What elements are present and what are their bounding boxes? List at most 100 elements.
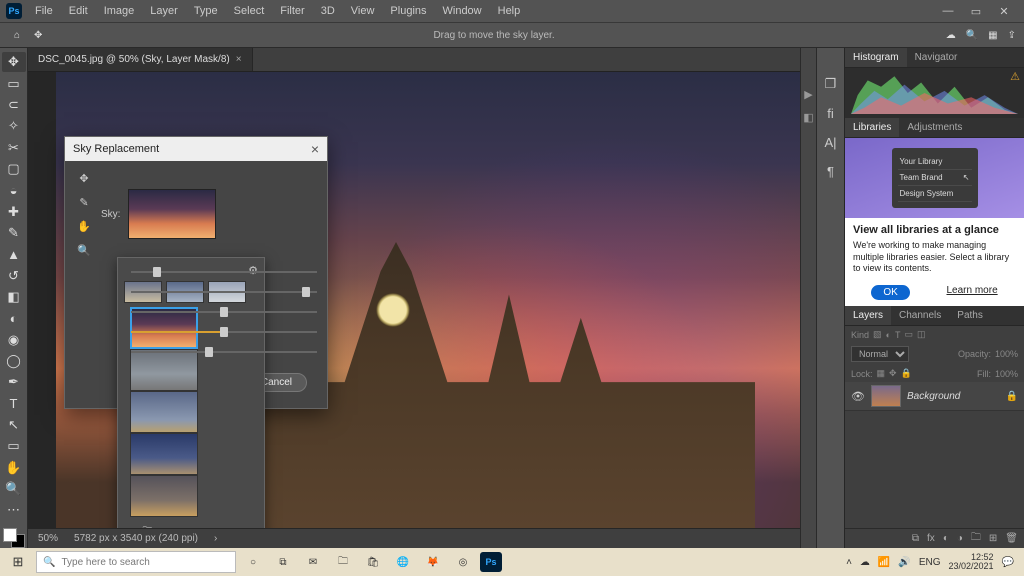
color-swatches[interactable] xyxy=(3,528,25,548)
dodge-tool[interactable]: ◯ xyxy=(2,351,26,371)
shape-tool[interactable]: ▭ xyxy=(2,436,26,456)
pen-tool[interactable]: ✒ xyxy=(2,372,26,392)
group-icon[interactable]: 🗀 xyxy=(971,530,981,547)
home-icon[interactable]: ⌂ xyxy=(8,26,26,44)
tray-chevron-icon[interactable]: ˄ xyxy=(846,557,852,568)
window-close-icon[interactable]: ✕ xyxy=(990,2,1018,20)
window-minimize-icon[interactable]: — xyxy=(934,2,962,20)
stamp-tool[interactable]: ▲ xyxy=(2,244,26,264)
menu-filter[interactable]: Filter xyxy=(273,2,311,20)
move-icon[interactable]: ✥ xyxy=(75,169,93,187)
zoom-icon[interactable]: 🔍 xyxy=(75,241,93,259)
menu-help[interactable]: Help xyxy=(491,2,528,20)
brush-icon[interactable]: ✎ xyxy=(75,193,93,211)
volume-icon[interactable]: 🔊 xyxy=(898,557,910,568)
lock-position-icon[interactable]: ✥ xyxy=(889,368,897,379)
document-tab[interactable]: DSC_0045.jpg @ 50% (Sky, Layer Mask/8) × xyxy=(28,48,253,71)
new-layer-icon[interactable]: ⊞ xyxy=(989,533,997,544)
share-icon[interactable]: ⇪ xyxy=(1008,30,1016,41)
menu-window[interactable]: Window xyxy=(436,2,489,20)
photoshop-taskbar-icon[interactable]: Ps xyxy=(480,552,502,572)
language-indicator[interactable]: ENG xyxy=(919,557,941,568)
slider-fade-edge[interactable] xyxy=(131,285,317,299)
slider-brightness[interactable] xyxy=(131,305,317,319)
menu-3d[interactable]: 3D xyxy=(314,2,342,20)
more-tools[interactable]: ⋯ xyxy=(2,500,26,520)
hand-tool[interactable]: ✋ xyxy=(2,458,26,478)
canvas[interactable]: Sky Replacement × ✥ ✎ ✋ 🔍 Sky: xyxy=(28,72,800,528)
mask-icon[interactable]: ◐ xyxy=(943,533,949,544)
fill-value[interactable]: 100% xyxy=(995,369,1018,379)
tab-layers[interactable]: Layers xyxy=(845,306,891,325)
taskbar-search[interactable]: 🔍 Type here to search xyxy=(36,551,236,573)
store-icon[interactable]: 🛍 xyxy=(360,550,386,574)
taskbar-clock[interactable]: 12:52 23/02/2021 xyxy=(949,553,994,572)
notifications-icon[interactable]: 💬 xyxy=(1002,557,1014,568)
move-tool[interactable]: ✥ xyxy=(2,52,26,72)
lasso-tool[interactable]: ⊂ xyxy=(2,95,26,115)
hand-icon[interactable]: ✋ xyxy=(75,217,93,235)
styles-icon[interactable]: ❐ xyxy=(825,76,837,92)
color-panel-icon[interactable]: ▶ xyxy=(804,88,812,101)
character-icon[interactable]: A| xyxy=(824,135,836,150)
lock-icon[interactable]: 🔒 xyxy=(1006,391,1018,402)
close-icon[interactable]: × xyxy=(311,141,319,157)
filter-pixel-icon[interactable]: ▧ xyxy=(873,329,882,340)
tab-histogram[interactable]: Histogram xyxy=(845,48,907,67)
slider-scale[interactable] xyxy=(131,345,317,359)
wand-tool[interactable]: ✧ xyxy=(2,116,26,136)
learn-more-link[interactable]: Learn more xyxy=(947,285,998,300)
menu-type[interactable]: Type xyxy=(187,2,225,20)
edge-icon[interactable]: 🌐 xyxy=(390,550,416,574)
heal-tool[interactable]: ✚ xyxy=(2,201,26,221)
trash-icon[interactable]: 🗑 xyxy=(1005,533,1018,544)
link-icon[interactable]: ⧉ xyxy=(912,533,919,544)
filter-shape-icon[interactable]: ▭ xyxy=(904,329,913,340)
lock-all-icon[interactable]: 🔒 xyxy=(901,368,912,379)
slider-temperature[interactable] xyxy=(131,325,317,339)
path-tool[interactable]: ↖ xyxy=(2,415,26,435)
menu-select[interactable]: Select xyxy=(227,2,272,20)
crop-tool[interactable]: ✂ xyxy=(2,137,26,157)
blend-mode-select[interactable]: Normal xyxy=(851,346,909,362)
menu-view[interactable]: View xyxy=(344,2,382,20)
menu-file[interactable]: File xyxy=(28,2,60,20)
tab-adjustments[interactable]: Adjustments xyxy=(899,118,970,137)
layer-row[interactable]: 👁 Background 🔒 xyxy=(845,382,1024,411)
menu-edit[interactable]: Edit xyxy=(62,2,95,20)
menu-plugins[interactable]: Plugins xyxy=(383,2,433,20)
sky-folder[interactable]: ⌄ 🗀 Sunsets xyxy=(124,521,258,528)
blur-tool[interactable]: ◉ xyxy=(2,329,26,349)
tab-channels[interactable]: Channels xyxy=(891,306,949,325)
frame-tool[interactable]: ▢ xyxy=(2,159,26,179)
history-brush-tool[interactable]: ↺ xyxy=(2,265,26,285)
paragraph-icon[interactable]: ¶ xyxy=(827,164,834,179)
sky-thumb[interactable] xyxy=(130,475,198,517)
start-button[interactable]: ⊞ xyxy=(4,550,32,574)
eyedropper-tool[interactable]: ◒ xyxy=(2,180,26,200)
adjustment-icon[interactable]: ◑ xyxy=(957,533,963,544)
tab-libraries[interactable]: Libraries xyxy=(845,118,899,137)
warning-icon[interactable]: ⚠ xyxy=(1010,70,1020,83)
search-icon[interactable]: 🔍 xyxy=(966,30,978,41)
cloud-icon[interactable]: ☁ xyxy=(946,30,956,41)
type-tool[interactable]: T xyxy=(2,394,26,414)
sky-preset-thumb[interactable] xyxy=(128,189,216,239)
swatches-panel-icon[interactable]: ◧ xyxy=(803,111,813,124)
fx-icon[interactable]: fx xyxy=(927,533,935,544)
menu-layer[interactable]: Layer xyxy=(143,2,185,20)
opacity-value[interactable]: 100% xyxy=(995,349,1018,359)
tab-paths[interactable]: Paths xyxy=(949,306,991,325)
workspace-icon[interactable]: ▦ xyxy=(988,30,997,41)
zoom-level[interactable]: 50% xyxy=(38,533,58,544)
chevron-right-icon[interactable]: › xyxy=(214,533,217,544)
eraser-tool[interactable]: ◧ xyxy=(2,287,26,307)
menu-image[interactable]: Image xyxy=(97,2,142,20)
marquee-tool[interactable]: ▭ xyxy=(2,73,26,93)
close-icon[interactable]: × xyxy=(236,54,242,65)
eye-icon[interactable]: 👁 xyxy=(851,390,865,403)
sky-thumb[interactable] xyxy=(130,433,198,475)
brush-tool[interactable]: ✎ xyxy=(2,223,26,243)
filter-smart-icon[interactable]: ◫ xyxy=(917,329,926,340)
explorer-icon[interactable]: 🗀 xyxy=(330,550,356,574)
